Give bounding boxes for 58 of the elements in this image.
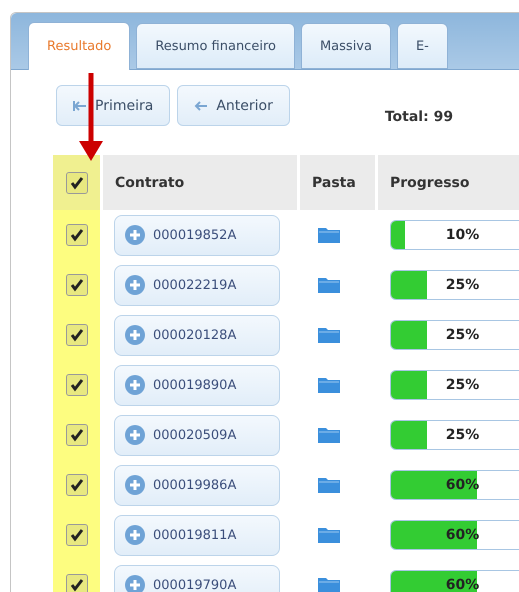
tab[interactable]: E- bbox=[396, 23, 448, 69]
progress-label: 10% bbox=[444, 226, 480, 245]
previous-page-button[interactable]: Anterior bbox=[177, 85, 290, 126]
left-arrow-icon bbox=[194, 100, 208, 110]
checkbox[interactable] bbox=[66, 274, 88, 296]
progress-label: 25% bbox=[444, 376, 480, 395]
column-header: Progresso bbox=[375, 155, 519, 210]
folder-icon[interactable] bbox=[318, 277, 340, 293]
contract-button[interactable]: 000022219A bbox=[114, 264, 280, 306]
first-page-button[interactable]: Primeira bbox=[56, 85, 170, 126]
progress-label: 25% bbox=[444, 426, 480, 445]
check-icon bbox=[70, 478, 84, 492]
check-icon bbox=[70, 176, 84, 190]
checkbox[interactable] bbox=[66, 574, 88, 592]
folder-icon[interactable] bbox=[318, 377, 340, 393]
folder-icon[interactable] bbox=[318, 227, 340, 243]
column-header: Pasta bbox=[297, 155, 375, 210]
contract-button[interactable]: 000019811A bbox=[114, 514, 280, 556]
contract-button[interactable]: 000019986A bbox=[114, 464, 280, 506]
column-header: Contrato bbox=[100, 155, 297, 210]
folder-icon[interactable] bbox=[318, 577, 340, 592]
check-icon bbox=[70, 428, 84, 442]
checkbox[interactable] bbox=[66, 474, 88, 496]
check-icon bbox=[70, 278, 84, 292]
check-icon bbox=[70, 578, 84, 592]
plus-icon bbox=[125, 575, 145, 592]
checkbox[interactable] bbox=[66, 324, 88, 346]
check-icon bbox=[70, 378, 84, 392]
plus-icon bbox=[125, 325, 145, 345]
contract-button[interactable]: 000019790A bbox=[114, 564, 280, 592]
folder-icon[interactable] bbox=[318, 327, 340, 343]
checkbox[interactable] bbox=[66, 224, 88, 246]
progress-label: 25% bbox=[444, 326, 480, 345]
plus-icon bbox=[125, 525, 145, 545]
contract-button[interactable]: 000020509A bbox=[114, 414, 280, 456]
tab[interactable]: Resumo financeiro bbox=[136, 23, 295, 69]
progress-label: 25% bbox=[444, 276, 480, 295]
total-count: Total: 99 bbox=[384, 108, 454, 124]
folder-icon[interactable] bbox=[318, 427, 340, 443]
plus-icon bbox=[125, 475, 145, 495]
plus-icon bbox=[125, 425, 145, 445]
checkbox[interactable] bbox=[66, 524, 88, 546]
plus-icon bbox=[125, 375, 145, 395]
checkbox[interactable] bbox=[66, 374, 88, 396]
plus-icon bbox=[125, 225, 145, 245]
check-icon bbox=[70, 328, 84, 342]
contract-button[interactable]: 000019852A bbox=[114, 214, 280, 256]
contract-button[interactable]: 000020128A bbox=[114, 314, 280, 356]
plus-icon bbox=[125, 275, 145, 295]
folder-icon[interactable] bbox=[318, 477, 340, 493]
folder-icon[interactable] bbox=[318, 527, 340, 543]
check-icon bbox=[70, 228, 84, 242]
tab[interactable]: Massiva bbox=[300, 23, 391, 69]
check-icon bbox=[70, 528, 84, 542]
first-arrow-icon bbox=[73, 100, 87, 110]
checkbox[interactable] bbox=[66, 172, 88, 194]
checkbox[interactable] bbox=[66, 424, 88, 446]
contract-button[interactable]: 000019890A bbox=[114, 364, 280, 406]
